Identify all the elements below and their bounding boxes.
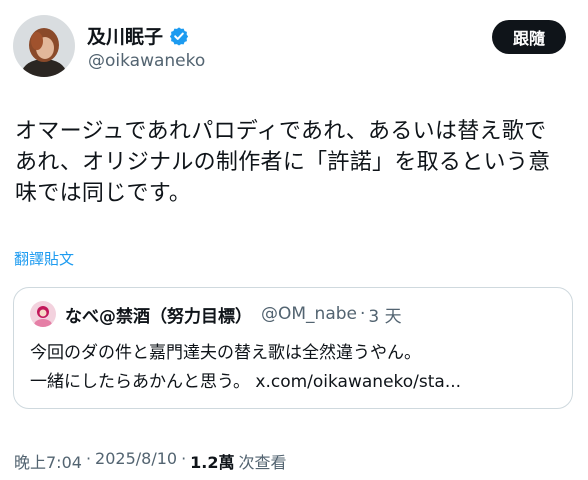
quote-author-handle: @OM_nabe <box>261 304 357 324</box>
tweet-line: あれ、オリジナルの制作者に「許諾」を取るという意 <box>15 150 551 175</box>
tweet-date[interactable]: 2025/8/10 <box>95 449 177 473</box>
tweet-meta: 晚上7:04 · 2025/8/10 · 1.2萬 次查看 <box>14 449 287 473</box>
translate-post-link[interactable]: 翻譯貼文 <box>14 248 74 269</box>
quote-author-avatar <box>30 301 56 327</box>
verified-badge-icon <box>169 26 189 46</box>
quote-line: 一緒にしたらあかんと思う。 x.com/oikawaneko/sta... <box>30 372 462 392</box>
quote-author-name: なべ@禁酒（努力目標） <box>65 306 252 327</box>
tweet-text: オマージュであれパロディであれ、あるいは替え歌で あれ、オリジナルの制作者に「許… <box>15 116 581 209</box>
author-avatar[interactable] <box>13 15 75 77</box>
quote-time: 3 天 <box>368 306 402 327</box>
meta-separator: · <box>85 449 92 468</box>
author-handle[interactable]: @oikawaneko <box>88 51 205 71</box>
views-count: 1.2萬 <box>190 453 235 472</box>
tweet-time[interactable]: 晚上7:04 <box>14 449 82 473</box>
quoted-tweet[interactable]: なべ@禁酒（努力目標） @OM_nabe · 3 天 今回のダの件と嘉門達夫の替え歌… <box>13 287 573 409</box>
tweet-line: オマージュであれパロディであれ、あるいは替え歌で <box>15 119 547 144</box>
views-label: 次查看 <box>238 453 287 472</box>
author-name[interactable]: 及川眠子 <box>87 22 163 49</box>
meta-separator: · <box>181 449 187 468</box>
tweet-line: 味では同じです。 <box>15 181 192 206</box>
quote-separator: · <box>360 304 366 324</box>
quote-text: 今回のダの件と嘉門達夫の替え歌は全然違うやん。 一緒にしたらあかんと思う。 x.… <box>30 339 461 397</box>
quote-line: 今回のダの件と嘉門達夫の替え歌は全然違うやん。 <box>30 343 421 363</box>
follow-button[interactable]: 跟隨 <box>492 20 566 54</box>
